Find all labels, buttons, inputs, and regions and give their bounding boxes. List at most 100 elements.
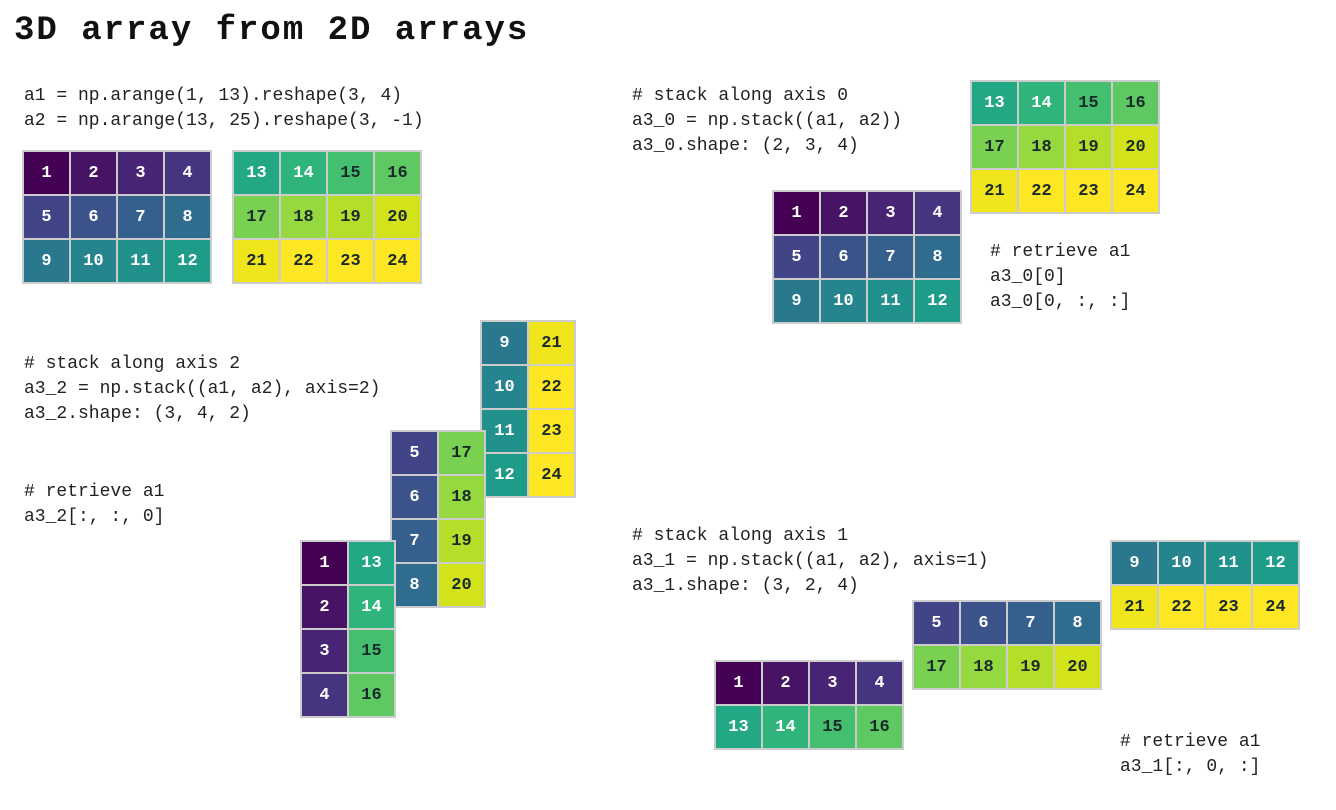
axis1-slice-2: 9101112 21222324 <box>1110 540 1300 630</box>
cell: 19 <box>1008 646 1053 688</box>
cell: 7 <box>118 196 163 238</box>
cell: 3 <box>868 192 913 234</box>
cell: 5 <box>914 602 959 644</box>
cell: 11 <box>868 280 913 322</box>
cell: 4 <box>915 192 960 234</box>
cell: 1 <box>774 192 819 234</box>
axis2-slice-0: 113214315416 <box>300 540 396 718</box>
axis1-slice-1: 567817181920 <box>912 600 1102 690</box>
cell: 3 <box>810 662 855 704</box>
cell: 17 <box>972 126 1017 168</box>
code-axis0: # stack along axis 0 a3_0 = np.stack((a1… <box>632 84 902 160</box>
cell: 19 <box>439 520 484 562</box>
code-axis0-retrieve: # retrieve a1 a3_0[0] a3_0[0, :, :] <box>990 240 1130 316</box>
code-axis1: # stack along axis 1 a3_1 = np.stack((a1… <box>632 524 988 600</box>
cell: 1 <box>716 662 761 704</box>
cell: 21 <box>972 170 1017 212</box>
cell: 7 <box>1008 602 1053 644</box>
cell: 21 <box>1112 586 1157 628</box>
cell: 14 <box>763 706 808 748</box>
cell: 4 <box>302 674 347 716</box>
cell: 8 <box>915 236 960 278</box>
cell: 11 <box>1206 542 1251 584</box>
cell: 16 <box>1113 82 1158 124</box>
cell: 19 <box>1066 126 1111 168</box>
code-axis1-retrieve: # retrieve a1 a3_1[:, 0, :] <box>1120 730 1260 780</box>
cell: 10 <box>71 240 116 282</box>
cell: 15 <box>349 630 394 672</box>
cell: 15 <box>810 706 855 748</box>
cell: 17 <box>439 432 484 474</box>
cell: 18 <box>439 476 484 518</box>
cell: 1 <box>302 542 347 584</box>
cell: 6 <box>392 476 437 518</box>
cell: 22 <box>1019 170 1064 212</box>
cell: 4 <box>165 152 210 194</box>
cell: 8 <box>392 564 437 606</box>
cell: 7 <box>392 520 437 562</box>
cell: 16 <box>857 706 902 748</box>
cell: 11 <box>482 410 527 452</box>
cell: 13 <box>716 706 761 748</box>
cell: 13 <box>349 542 394 584</box>
cell: 16 <box>349 674 394 716</box>
cell: 24 <box>529 454 574 496</box>
cell: 10 <box>821 280 866 322</box>
cell: 19 <box>328 196 373 238</box>
cell: 23 <box>328 240 373 282</box>
cell: 3 <box>302 630 347 672</box>
axis0-back-a2: 13141516 17181920 21222324 <box>970 80 1160 214</box>
cell: 18 <box>1019 126 1064 168</box>
cell: 12 <box>1253 542 1298 584</box>
cell: 14 <box>281 152 326 194</box>
axis0-front-a1: 123456789101112 <box>772 190 962 324</box>
cell: 21 <box>529 322 574 364</box>
cell: 22 <box>1159 586 1204 628</box>
cell: 2 <box>763 662 808 704</box>
cell: 20 <box>1113 126 1158 168</box>
cell: 9 <box>482 322 527 364</box>
cell: 9 <box>1112 542 1157 584</box>
cell: 3 <box>118 152 163 194</box>
cell: 5 <box>392 432 437 474</box>
cell: 20 <box>1055 646 1100 688</box>
cell: 13 <box>234 152 279 194</box>
cell: 24 <box>1113 170 1158 212</box>
array-a2: 131415161718192021222324 <box>232 150 422 284</box>
cell: 7 <box>868 236 913 278</box>
cell: 14 <box>1019 82 1064 124</box>
cell: 12 <box>165 240 210 282</box>
axis2-slice-2: 921102211231224 <box>480 320 576 498</box>
cell: 10 <box>482 366 527 408</box>
cell: 24 <box>1253 586 1298 628</box>
cell: 20 <box>439 564 484 606</box>
cell: 2 <box>821 192 866 234</box>
cell: 4 <box>857 662 902 704</box>
cell: 17 <box>234 196 279 238</box>
cell: 10 <box>1159 542 1204 584</box>
cell: 5 <box>24 196 69 238</box>
cell: 21 <box>234 240 279 282</box>
cell: 18 <box>281 196 326 238</box>
cell: 23 <box>1206 586 1251 628</box>
cell: 13 <box>972 82 1017 124</box>
cell: 15 <box>328 152 373 194</box>
cell: 22 <box>529 366 574 408</box>
cell: 11 <box>118 240 163 282</box>
cell: 15 <box>1066 82 1111 124</box>
cell: 18 <box>961 646 1006 688</box>
cell: 9 <box>24 240 69 282</box>
cell: 6 <box>821 236 866 278</box>
code-definitions: a1 = np.arange(1, 13).reshape(3, 4) a2 =… <box>24 84 424 134</box>
cell: 23 <box>1066 170 1111 212</box>
code-axis2: # stack along axis 2 a3_2 = np.stack((a1… <box>24 352 380 428</box>
cell: 17 <box>914 646 959 688</box>
axis1-slice-0: 1234 13141516 <box>714 660 904 750</box>
cell: 23 <box>529 410 574 452</box>
cell: 1 <box>24 152 69 194</box>
cell: 2 <box>302 586 347 628</box>
cell: 6 <box>71 196 116 238</box>
cell: 8 <box>165 196 210 238</box>
cell: 2 <box>71 152 116 194</box>
cell: 16 <box>375 152 420 194</box>
